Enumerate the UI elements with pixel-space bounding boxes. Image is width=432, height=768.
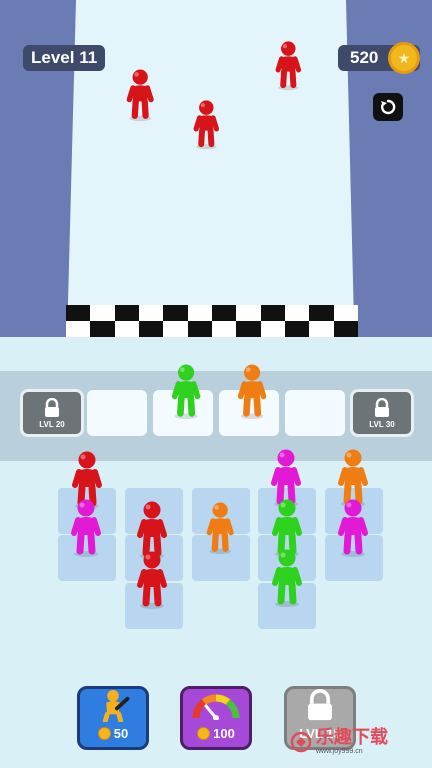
watermark: 乐趣下载 www.joy999.cn (290, 728, 388, 755)
watermark-url: www.joy999.cn (316, 748, 363, 755)
locked-slot-right[interactable]: LVL 30 (350, 389, 414, 437)
restart-button[interactable] (373, 93, 403, 121)
lock-icon (375, 397, 389, 417)
finish-square (90, 321, 115, 337)
coin-count: 520 (350, 48, 379, 67)
merge-slot-1[interactable] (87, 390, 147, 436)
lock-icon (308, 689, 332, 721)
finish-line (66, 305, 358, 337)
finish-square (260, 321, 285, 337)
finish-square (187, 321, 212, 337)
finish-square (333, 321, 358, 337)
magenta-stickman[interactable] (68, 499, 104, 557)
restart-icon (380, 99, 396, 115)
watermark-brand: 乐趣下载 (316, 727, 388, 747)
level-label: Level 11 (31, 48, 98, 67)
speed-upgrade-button[interactable]: 100 (180, 686, 252, 750)
finish-square (260, 305, 285, 321)
finish-square (333, 305, 358, 321)
speed-upgrade-price: 100 (213, 726, 235, 741)
red-stickman[interactable] (134, 551, 170, 609)
buy-unit-price: 50 (113, 726, 129, 741)
magenta-stickman[interactable] (335, 499, 371, 557)
coin-icon (97, 727, 111, 740)
red-stickman[interactable] (273, 41, 304, 91)
finish-square (66, 305, 91, 321)
finish-square (90, 305, 115, 321)
lock-icon (45, 397, 59, 417)
finish-square (139, 321, 164, 337)
orange-stickman[interactable] (235, 364, 269, 420)
buy-unit-button[interactable]: 50 (77, 686, 149, 750)
finish-square (285, 305, 310, 321)
finish-square (187, 305, 212, 321)
watermark-logo-icon (290, 731, 312, 752)
red-stickman[interactable] (124, 69, 156, 122)
finish-square (66, 321, 91, 337)
finish-square (139, 305, 164, 321)
finish-square (114, 305, 139, 321)
finish-square (309, 305, 334, 321)
finish-square (309, 321, 334, 337)
red-stickman[interactable] (191, 100, 222, 150)
locked-slot-right-label: LVL 30 (369, 419, 395, 429)
finish-square (236, 305, 261, 321)
finish-square (285, 321, 310, 337)
merge-slot-4[interactable] (285, 390, 345, 436)
green-stickman[interactable] (269, 549, 305, 607)
orange-stickman[interactable] (204, 502, 236, 555)
green-stickman[interactable] (169, 364, 203, 420)
locked-slot-left[interactable]: LVL 20 (20, 389, 84, 437)
finish-square (163, 321, 188, 337)
level-indicator: Level 11 (23, 45, 106, 71)
finish-square (212, 305, 237, 321)
locked-slot-left-label: LVL 20 (39, 419, 65, 429)
coin-icon (197, 727, 211, 740)
finish-square (114, 321, 139, 337)
finish-square (163, 305, 188, 321)
add-unit-icon (102, 689, 130, 722)
speedometer-icon (192, 694, 240, 720)
finish-square (236, 321, 261, 337)
arena-floor (66, 0, 358, 345)
finish-square (212, 321, 237, 337)
coin-icon: ★ (388, 42, 420, 74)
